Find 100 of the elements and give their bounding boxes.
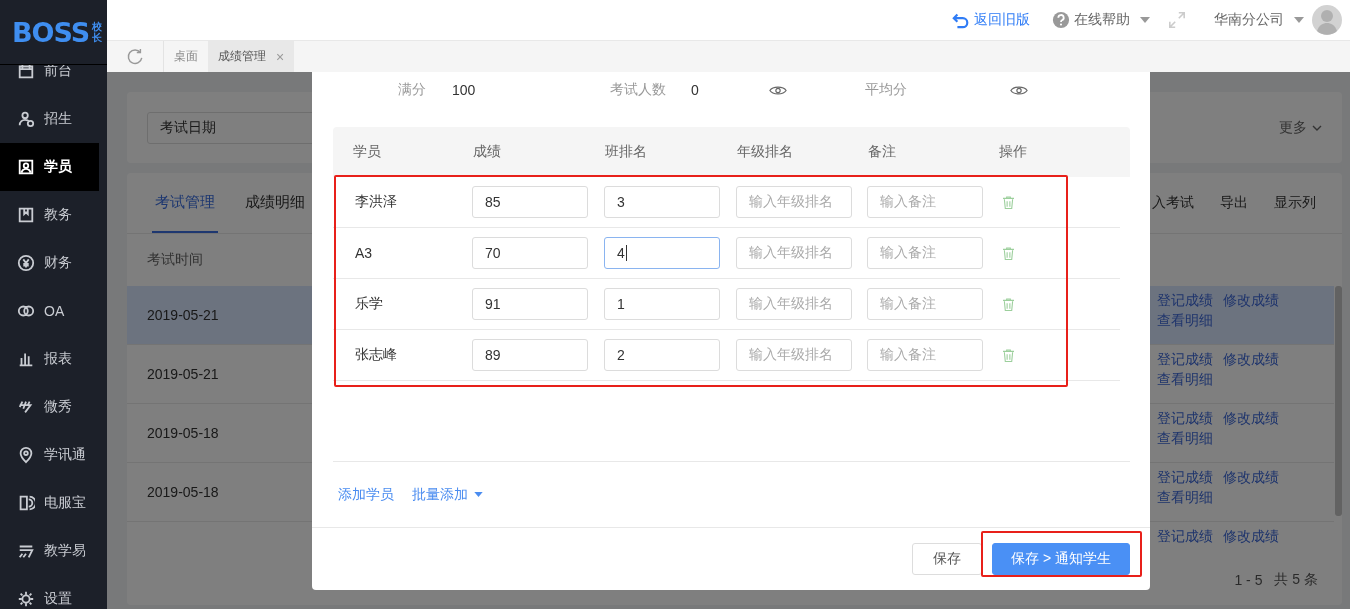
column-header: 班排名 [604,143,648,161]
save-button[interactable]: 保存 [912,543,983,575]
input-field[interactable]: 输入备注 [867,339,983,371]
menu-icon [17,110,35,128]
table-cell: 2019-05-21 [147,366,219,382]
stat-label: 考试人数 [610,81,667,99]
input-field[interactable]: 输入备注 [867,186,983,218]
student-name: 李洪泽 [354,193,398,211]
input-field[interactable]: 输入年级排名 [736,288,852,320]
table-link[interactable]: 登记成绩 [1157,528,1213,546]
column-header: 年级排名 [736,143,794,161]
toolbar-link[interactable]: 入考试 [1152,173,1194,233]
stat-label: 满分 [398,81,427,99]
menu-icon [17,398,35,416]
sidebar-item[interactable]: 报表 [0,335,99,383]
input-field[interactable]: 输入备注 [867,288,983,320]
column-header: 操作 [998,143,1028,161]
table-cell: 2019-05-18 [147,484,219,500]
sidebar-item[interactable]: 财务 [0,239,99,287]
page-tab[interactable]: 成绩管理 × [208,41,295,72]
sidebar-item[interactable]: 学讯通 [0,431,99,479]
stat-label: 平均分 [865,81,908,99]
table-link[interactable]: 修改成绩 [1223,351,1279,369]
trash-icon[interactable] [1003,297,1014,311]
input-field[interactable]: 2 [604,339,720,371]
tab[interactable]: 成绩明细 [242,173,308,233]
trash-icon[interactable] [1003,348,1014,362]
column-header: 学员 [352,143,382,161]
caret-icon [474,492,483,497]
input-field[interactable]: 89 [472,339,588,371]
table-link[interactable]: 修改成绩 [1223,410,1279,428]
student-name: 张志峰 [354,346,398,364]
table-cell: 2019-05-21 [147,307,219,323]
column-header: 考试时间 [147,251,203,269]
sidebar-item[interactable]: 教务 [0,191,99,239]
help-icon [1052,11,1070,29]
table-link[interactable]: 查看明细 [1157,312,1213,330]
menu-icon [17,446,35,464]
trash-icon[interactable] [1003,195,1014,209]
column-header: 成绩 [472,143,502,161]
sidebar-item[interactable]: 教学易 [0,527,99,575]
input-field[interactable]: 输入年级排名 [736,186,852,218]
input-field[interactable]: 1 [604,288,720,320]
table-link[interactable]: 查看明细 [1157,430,1213,448]
input-field[interactable]: 输入年级排名 [736,339,852,371]
menu-icon [17,62,35,80]
table-link[interactable]: 登记成绩 [1157,292,1213,310]
sidebar-item[interactable]: 设置 [0,575,99,609]
caret-icon [1140,17,1150,23]
scrollbar[interactable] [1335,286,1342,516]
table-cell: 2019-05-18 [147,425,219,441]
tab[interactable]: 考试管理 [152,173,218,233]
table-link[interactable]: 登记成绩 [1157,410,1213,428]
stat-value: 100 [452,82,477,98]
sidebar-item[interactable]: 微秀 [0,383,99,431]
more-link[interactable]: 更多 [1279,118,1322,137]
save-notify-button[interactable]: 保存 > 通知学生 [992,543,1130,575]
toolbar-link[interactable]: 导出 [1220,173,1248,233]
page-range: 1 - 5 [1234,571,1263,588]
input-field[interactable]: 输入年级排名 [736,237,852,269]
sidebar-item[interactable]: OA [0,287,99,335]
trash-icon[interactable] [1003,246,1014,260]
fullscreen-icon[interactable] [1168,11,1186,29]
table-link[interactable]: 查看明细 [1157,371,1213,389]
input-field[interactable]: 70 [472,237,588,269]
table-link[interactable]: 修改成绩 [1223,292,1279,310]
input-field[interactable]: 85 [472,186,588,218]
table-link[interactable]: 登记成绩 [1157,351,1213,369]
eye-icon[interactable] [1010,84,1028,96]
student-name: 乐学 [354,295,384,313]
return-icon [952,11,970,29]
menu-icon [17,590,35,608]
toolbar-link[interactable]: 显示列 [1274,173,1316,233]
student-name: A3 [354,245,374,261]
table-link[interactable]: 修改成绩 [1223,469,1279,487]
column-header: 备注 [867,143,897,161]
avatar-icon[interactable] [1312,5,1342,35]
input-field[interactable]: 4 [604,237,720,269]
help-link[interactable]: 在线帮助 [1074,11,1130,29]
eye-icon[interactable] [769,84,787,96]
branch-menu[interactable]: 华南分公司 [1214,11,1284,29]
caret-icon [1294,17,1304,23]
input-field[interactable]: 91 [472,288,588,320]
sidebar-item[interactable]: 电服宝 [0,479,99,527]
table-link[interactable]: 登记成绩 [1157,469,1213,487]
input-field[interactable]: 3 [604,186,720,218]
refresh-icon[interactable] [126,47,144,66]
page-tab[interactable]: 桌面 [164,41,208,72]
stat-value: 0 [691,82,700,98]
menu-icon [17,158,35,176]
close-tab-icon[interactable]: × [276,48,285,65]
input-field[interactable]: 输入备注 [867,237,983,269]
sidebar-item[interactable]: 学员 [0,143,99,191]
table-link[interactable]: 查看明细 [1157,489,1213,507]
add-student-link[interactable]: 添加学员 [338,485,394,504]
sidebar-item[interactable]: 招生 [0,95,99,143]
back-link[interactable]: 返回旧版 [974,11,1030,29]
chevron-icon [1312,124,1322,131]
batch-add-link[interactable]: 批量添加 [412,485,483,504]
table-link[interactable]: 修改成绩 [1223,528,1279,546]
